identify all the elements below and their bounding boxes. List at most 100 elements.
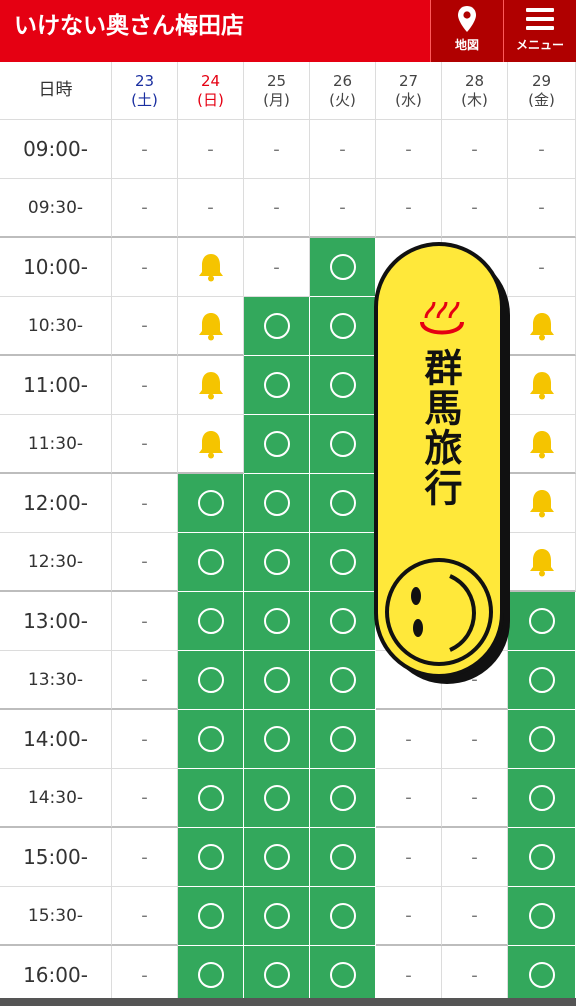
- slot-available[interactable]: [244, 710, 310, 769]
- slot-available[interactable]: [310, 710, 376, 769]
- slot-unavailable: -: [244, 238, 310, 297]
- slot-unavailable: -: [112, 297, 178, 356]
- time-label: 10:00-: [0, 238, 112, 297]
- available-circle-icon: [263, 431, 290, 457]
- slot-available[interactable]: [244, 887, 310, 946]
- dash-text: -: [471, 728, 478, 750]
- slot-available[interactable]: [508, 769, 576, 828]
- dash-text: -: [405, 964, 412, 986]
- slot-available[interactable]: [310, 533, 376, 592]
- bell-icon: [528, 311, 556, 341]
- slot-notify[interactable]: [178, 415, 244, 474]
- time-text: 14:30-: [27, 787, 84, 808]
- slot-available[interactable]: [244, 415, 310, 474]
- slot-available[interactable]: [178, 887, 244, 946]
- slot-available[interactable]: [178, 769, 244, 828]
- slot-notify[interactable]: [178, 297, 244, 356]
- slot-notify[interactable]: [508, 533, 576, 592]
- time-label: 11:00-: [0, 356, 112, 415]
- slot-available[interactable]: [508, 710, 576, 769]
- dash-text: -: [471, 905, 478, 926]
- day-header-27: 27 (水): [376, 62, 442, 120]
- bottom-scrollbar[interactable]: [0, 998, 576, 1006]
- slot-available[interactable]: [508, 887, 576, 946]
- slot-available[interactable]: [310, 946, 376, 1005]
- slot-notify[interactable]: [508, 356, 576, 415]
- slot-available[interactable]: [310, 415, 376, 474]
- dash-text: -: [405, 787, 412, 808]
- day-header-23: 23 (土): [112, 62, 178, 120]
- slot-available[interactable]: [508, 828, 576, 887]
- available-circle-icon: [263, 549, 290, 575]
- slot-notify[interactable]: [178, 356, 244, 415]
- slot-available[interactable]: [310, 769, 376, 828]
- available-circle-icon: [329, 785, 356, 811]
- bell-icon: [197, 311, 225, 341]
- dash-text: -: [141, 374, 148, 396]
- day-weekday: (金): [528, 90, 555, 109]
- slot-notify[interactable]: [508, 415, 576, 474]
- slot-available[interactable]: [244, 769, 310, 828]
- shop-title[interactable]: いけない奥さん梅田店: [14, 11, 244, 41]
- slot-available[interactable]: [244, 592, 310, 651]
- available-circle-icon: [197, 608, 224, 634]
- slot-available[interactable]: [244, 946, 310, 1005]
- day-date: 23: [134, 71, 155, 90]
- slot-unavailable: -: [112, 415, 178, 474]
- slot-unavailable: -: [244, 179, 310, 238]
- dash-text: -: [141, 433, 148, 454]
- slot-available[interactable]: [310, 651, 376, 710]
- slot-available[interactable]: [508, 651, 576, 710]
- slot-available[interactable]: [178, 946, 244, 1005]
- slot-available[interactable]: [178, 474, 244, 533]
- slot-available[interactable]: [178, 710, 244, 769]
- dash-text: -: [141, 256, 148, 278]
- corner-label: 日時: [0, 62, 112, 120]
- available-circle-icon: [263, 313, 290, 339]
- slot-available[interactable]: [508, 592, 576, 651]
- slot-available[interactable]: [310, 474, 376, 533]
- dash-text: -: [141, 728, 148, 750]
- slot-available[interactable]: [244, 474, 310, 533]
- slot-available[interactable]: [310, 887, 376, 946]
- available-circle-icon: [329, 962, 356, 988]
- slot-available[interactable]: [244, 356, 310, 415]
- slot-notify[interactable]: [508, 297, 576, 356]
- slot-unavailable: -: [112, 769, 178, 828]
- slot-unavailable: -: [376, 710, 442, 769]
- dash-text: -: [141, 492, 148, 514]
- dash-text: -: [471, 787, 478, 808]
- slot-available[interactable]: [244, 297, 310, 356]
- slot-available[interactable]: [178, 592, 244, 651]
- dash-text: -: [273, 256, 280, 278]
- available-circle-icon: [329, 431, 356, 457]
- time-label: 14:00-: [0, 710, 112, 769]
- slot-unavailable: -: [442, 887, 508, 946]
- slot-available[interactable]: [310, 238, 376, 297]
- slot-available[interactable]: [244, 828, 310, 887]
- available-circle-icon: [197, 844, 224, 870]
- slot-available[interactable]: [310, 828, 376, 887]
- bell-icon: [528, 547, 556, 577]
- slot-available[interactable]: [178, 533, 244, 592]
- map-button[interactable]: 地図: [430, 0, 503, 62]
- day-weekday: (火): [329, 90, 356, 109]
- slot-available[interactable]: [244, 651, 310, 710]
- available-circle-icon: [329, 608, 356, 634]
- slot-notify[interactable]: [178, 238, 244, 297]
- slot-available[interactable]: [508, 946, 576, 1005]
- dash-text: -: [538, 138, 545, 160]
- slot-available[interactable]: [310, 592, 376, 651]
- menu-button[interactable]: メニュー: [503, 0, 576, 62]
- sticker-overlay: 群馬旅行: [372, 240, 514, 688]
- slot-available[interactable]: [310, 297, 376, 356]
- slot-available[interactable]: [244, 533, 310, 592]
- slot-available[interactable]: [178, 651, 244, 710]
- dash-text: -: [141, 787, 148, 808]
- slot-unavailable: -: [112, 828, 178, 887]
- available-circle-icon: [197, 549, 224, 575]
- slot-available[interactable]: [310, 356, 376, 415]
- slot-available[interactable]: [178, 828, 244, 887]
- slot-notify[interactable]: [508, 474, 576, 533]
- available-circle-icon: [329, 903, 356, 929]
